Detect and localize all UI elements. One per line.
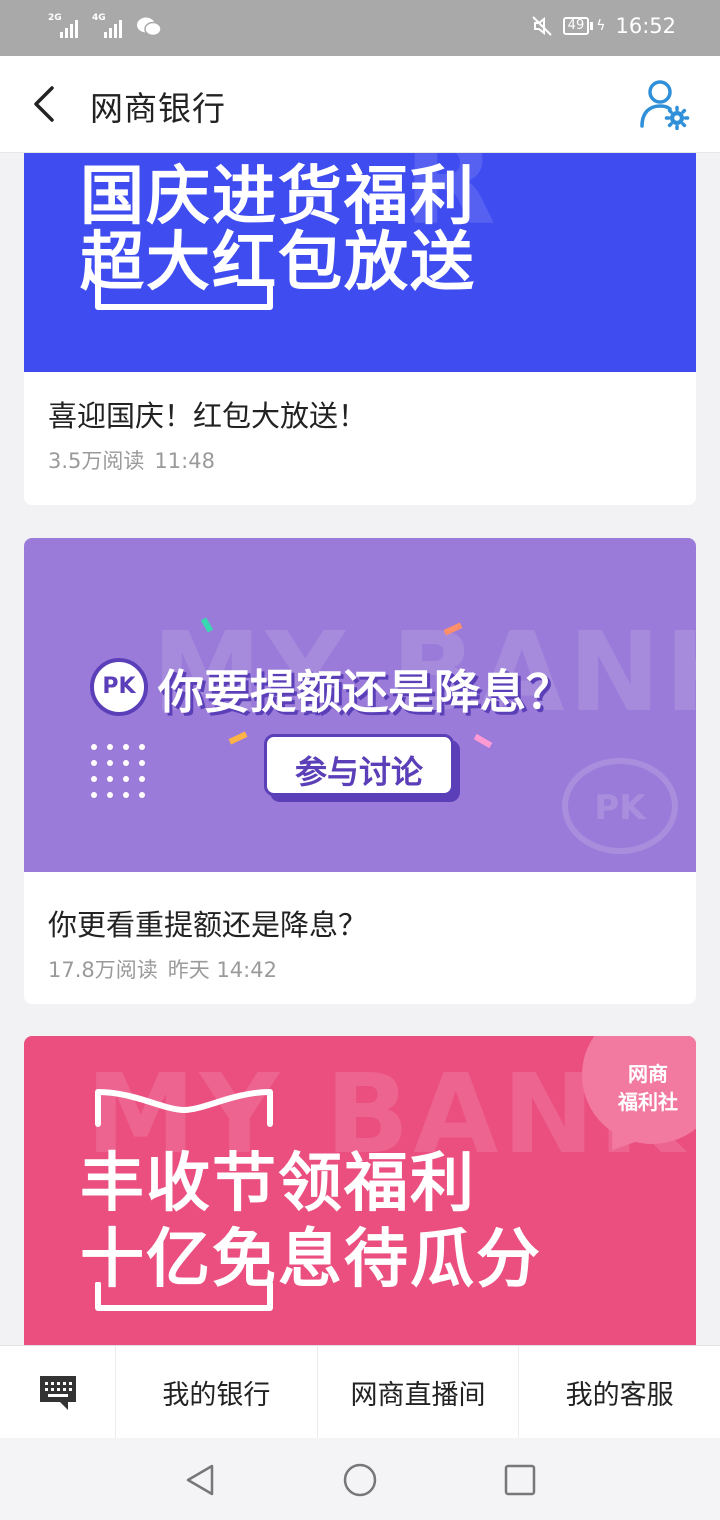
back-arrow-icon[interactable]	[28, 84, 68, 124]
article-banner[interactable]: R 国庆进货福利 超大红包放送	[24, 153, 696, 372]
status-right: 49 ϟ 16:52	[531, 14, 676, 38]
banner-bookmark-decoration	[95, 1089, 273, 1127]
article-meta: 3.5万阅读 11:48	[48, 445, 215, 475]
mute-icon	[531, 16, 552, 36]
publish-time: 11:48	[154, 449, 215, 473]
join-discussion-label: 参与讨论	[294, 753, 423, 791]
keyboard-icon	[40, 1376, 76, 1410]
article-feed[interactable]: R 国庆进货福利 超大红包放送 喜迎国庆！红包大放送！ 3.5万阅读 11:48 …	[0, 153, 720, 1345]
pk-badge-text: PK	[102, 674, 136, 699]
pk-badge: PK	[90, 658, 148, 716]
join-discussion-button[interactable]: 参与讨论	[264, 734, 454, 796]
banner-bracket-decoration	[95, 281, 273, 310]
status-left: 2G 4G	[48, 14, 162, 38]
bubble-line-1: 网商	[628, 1062, 668, 1086]
banner-headline: 你要提额还是降息？	[158, 665, 572, 719]
dots-decoration	[91, 744, 145, 798]
article-card[interactable]: MY BANK 丰收节领福利 十亿免息待瓜分 网商 福利社	[24, 1036, 696, 1345]
signal-icon-sim1: 2G	[48, 14, 82, 38]
user-settings-icon[interactable]	[638, 78, 690, 130]
keyboard-toggle-button[interactable]	[0, 1346, 116, 1439]
battery-level: 49	[562, 17, 590, 35]
tab-customer-service[interactable]: 我的客服	[519, 1346, 720, 1439]
article-card[interactable]: R 国庆进货福利 超大红包放送 喜迎国庆！红包大放送！ 3.5万阅读 11:48	[24, 153, 696, 505]
wechat-icon	[137, 17, 162, 37]
page-title: 网商银行	[90, 89, 226, 128]
article-title[interactable]: 你更看重提额还是降息？	[48, 902, 367, 944]
read-count: 17.8万阅读	[48, 958, 158, 982]
article-meta: 17.8万阅读 昨天 14:42	[48, 954, 277, 984]
bottom-menu-bar: 我的银行 网商直播间 我的客服	[0, 1345, 720, 1439]
signal-icon-sim2: 4G	[92, 14, 126, 38]
article-title[interactable]: 喜迎国庆！红包大放送！	[48, 393, 367, 435]
tab-my-bank[interactable]: 我的银行	[116, 1346, 318, 1439]
bubble-line-2: 福利社	[618, 1090, 678, 1114]
system-recents-icon[interactable]	[502, 1462, 538, 1498]
publish-time: 昨天 14:42	[167, 958, 277, 982]
system-navigation-bar	[0, 1438, 720, 1520]
system-home-icon[interactable]	[342, 1462, 378, 1498]
article-banner[interactable]: MY BANK 丰收节领福利 十亿免息待瓜分 网商 福利社	[24, 1036, 696, 1345]
tab-live-room[interactable]: 网商直播间	[318, 1346, 520, 1439]
nav-bar: 网商银行	[0, 56, 720, 153]
article-banner[interactable]: MY BANK PK 你要提额还是降息？ 参与讨论 PK	[24, 538, 696, 872]
banner-bracket-decoration	[95, 1282, 273, 1311]
read-count: 3.5万阅读	[48, 449, 145, 473]
clock: 16:52	[615, 14, 676, 38]
status-bar: 2G 4G 49 ϟ 16:52	[0, 0, 720, 56]
system-back-icon[interactable]	[182, 1462, 218, 1498]
pk-watermark-text: PK	[594, 788, 646, 828]
pk-watermark-bubble: PK	[562, 758, 678, 854]
charging-icon: ϟ	[596, 18, 606, 34]
confetti-decoration	[473, 733, 493, 749]
article-card[interactable]: MY BANK PK 你要提额还是降息？ 参与讨论 PK 你更看重提额还是降息？…	[24, 538, 696, 1004]
battery-icon: 49 ϟ	[562, 17, 606, 35]
